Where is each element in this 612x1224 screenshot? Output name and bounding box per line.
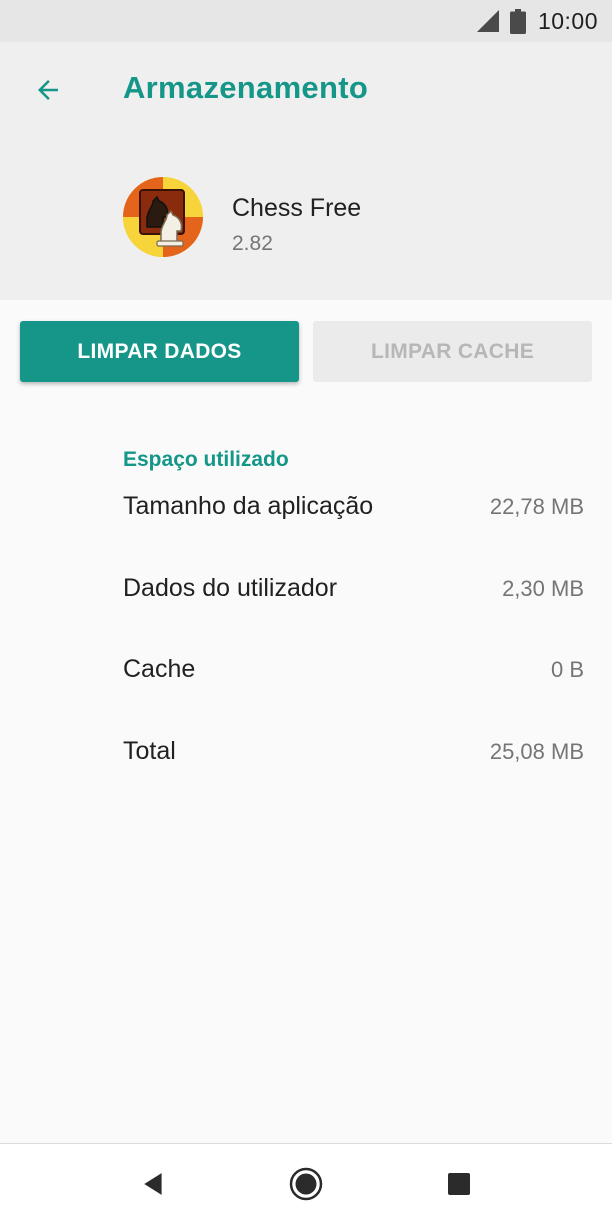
clear-cache-button: LIMPAR CACHE [313,321,592,382]
row-label: Cache [123,655,196,683]
app-header: Armazenamento Chess Free 2.82 [0,42,612,300]
app-version: 2.82 [232,232,273,255]
back-button[interactable] [24,66,72,114]
page-title: Armazenamento [123,70,369,105]
back-triangle-icon [144,1173,162,1195]
clear-data-button[interactable]: LIMPAR DADOS [20,321,299,382]
battery-icon [509,8,526,34]
section-title: Espaço utilizado [123,448,289,471]
row-value: 0 B [550,657,584,682]
nav-recents-button[interactable] [435,1160,483,1208]
home-circle-icon [289,1167,323,1201]
storage-row-user-data: Dados do utilizador 2,30 MB [0,574,612,614]
navigation-bar [0,1144,612,1224]
status-bar: 10:00 [0,0,612,42]
nav-home-button[interactable] [282,1160,330,1208]
row-value: 22,78 MB [489,494,584,519]
storage-row-total: Total 25,08 MB [0,737,612,777]
storage-row-cache: Cache 0 B [0,655,612,695]
app-name: Chess Free [232,194,362,222]
status-icons: 10:00 [476,0,598,42]
signal-icon [476,10,499,32]
arrow-left-icon [38,80,58,100]
storage-row-app-size: Tamanho da aplicação 22,78 MB [0,492,612,532]
row-label: Dados do utilizador [123,574,338,602]
row-label: Tamanho da aplicação [123,492,374,520]
row-label: Total [123,737,176,765]
row-value: 25,08 MB [489,739,584,764]
recents-square-icon [448,1173,470,1195]
row-value: 2,30 MB [502,576,584,601]
nav-back-button[interactable] [130,1160,178,1208]
clock: 10:00 [537,7,598,34]
chess-knight-app-icon [123,177,203,257]
